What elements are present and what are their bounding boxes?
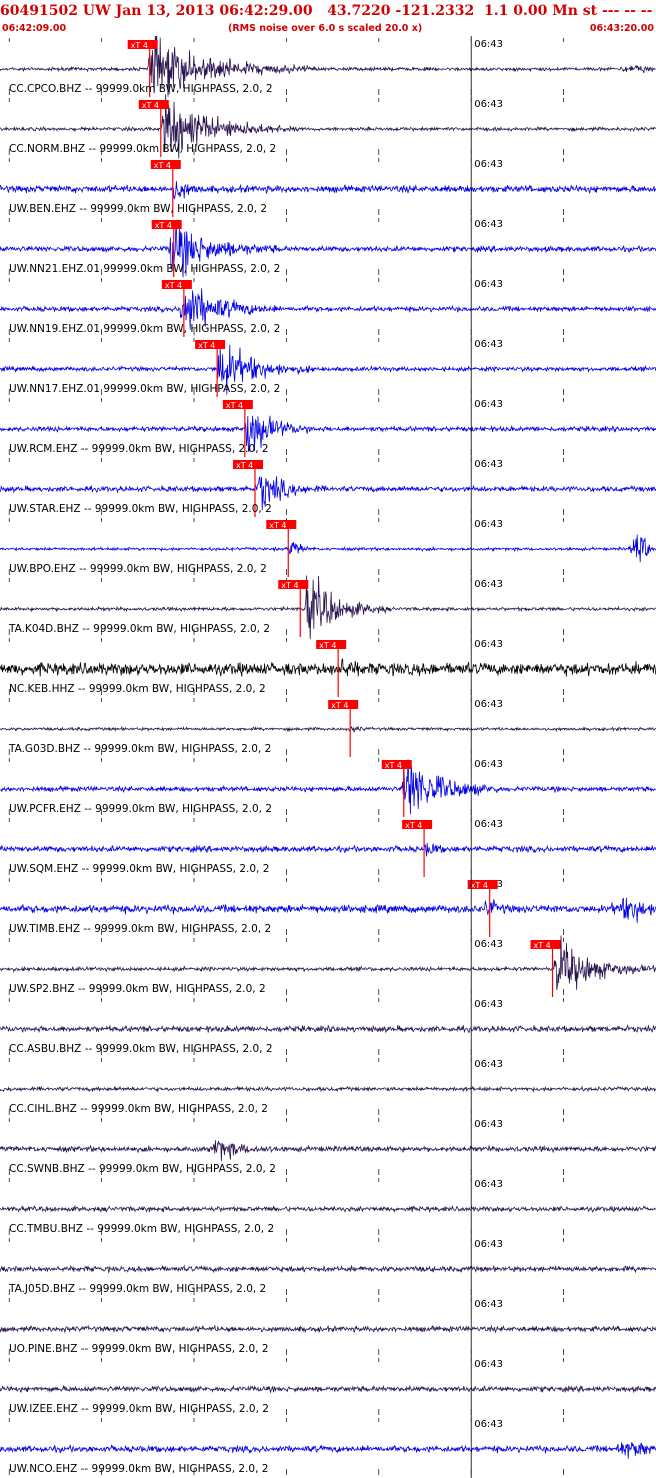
station-label: CC.CIHL.BHZ -- 99999.0km BW, HIGHPASS, 2… (9, 1103, 268, 1115)
station-label: UW.NCO.EHZ -- 99999.0km BW, HIGHPASS, 2.… (9, 1463, 268, 1475)
station-label: TA.K04D.BHZ -- 99999.0km BW, HIGHPASS, 2… (8, 623, 270, 635)
station-label: UO.PINE.BHZ -- 99999.0km BW, HIGHPASS, 2… (9, 1343, 269, 1355)
minute-mark-label: 06:43 (474, 339, 503, 350)
minute-mark-label: 06:43 (474, 639, 503, 650)
waveform-trace (0, 1264, 656, 1274)
station-label: TA.G03D.BHZ -- 99999.0km BW, HIGHPASS, 2… (8, 743, 271, 755)
station-label: TA.J05D.BHZ -- 99999.0km BW, HIGHPASS, 2… (8, 1283, 266, 1295)
phase-pick-label: xT 4 (281, 581, 298, 590)
waveform-trace (0, 1024, 656, 1034)
station-label: UW.SQM.EHZ -- 99999.0km BW, HIGHPASS, 2.… (9, 863, 269, 875)
minute-mark-label: 06:43 (474, 1359, 503, 1370)
phase-pick-label: xT 4 (269, 521, 286, 530)
phase-pick-label: xT 4 (142, 101, 159, 110)
minute-mark-label: 06:43 (474, 759, 503, 770)
station-label: UW.NN21.EHZ.01 99999.0km BW, HIGHPASS, 2… (9, 263, 280, 275)
station-label: CC.NORM.BHZ -- 99999.0km BW, HIGHPASS, 2… (9, 143, 276, 155)
phase-pick-label: xT 4 (154, 161, 171, 170)
rms-noise-note: (RMS noise over 6.0 s scaled 20.0 x) (228, 23, 423, 34)
station-label: UW.IZEE.EHZ -- 99999.0km BW, HIGHPASS, 2… (9, 1403, 269, 1415)
phase-pick-label: xT 4 (165, 281, 182, 290)
minute-mark-label: 06:43 (474, 699, 503, 710)
phase-pick-label: xT 4 (534, 941, 551, 950)
minute-mark-label: 06:43 (474, 1179, 503, 1190)
minute-mark-label: 06:43 (474, 939, 503, 950)
station-label: CC.SWNB.BHZ -- 99999.0km BW, HIGHPASS, 2… (9, 1163, 276, 1175)
waveform-trace (0, 1085, 656, 1093)
phase-pick-label: xT 4 (155, 221, 172, 230)
waveform-trace (0, 1442, 656, 1459)
phase-pick-label: xT 4 (405, 821, 422, 830)
waveform-trace (0, 725, 656, 733)
station-label: UW.BPO.EHZ -- 99999.0km BW, HIGHPASS, 2.… (9, 563, 267, 575)
phase-pick-label: xT 4 (385, 761, 402, 770)
minute-mark-label: 06:43 (474, 1119, 503, 1130)
waveform-trace (0, 1204, 656, 1214)
minute-mark-label: 06:43 (474, 1239, 503, 1250)
minute-mark-label: 06:43 (474, 459, 503, 470)
minute-mark-label: 06:43 (474, 159, 503, 170)
waveform-trace (0, 658, 656, 677)
end-time-label: 06:43:20.00 (589, 23, 654, 34)
phase-pick-label: xT 4 (131, 41, 148, 50)
phase-pick-label: xT 4 (236, 461, 253, 470)
waveform-trace (0, 1384, 656, 1394)
station-label: UW.STAR.EHZ -- 99999.0km BW, HIGHPASS, 2… (9, 503, 272, 515)
waveform-trace (0, 534, 656, 563)
seismogram-plot: 06:43 xT 4 CC.CPCO.BHZ -- 99999.0km BW, HI… (0, 36, 656, 1478)
minute-mark-label: 06:43 (474, 1419, 503, 1430)
minute-mark-label: 06:43 (474, 279, 503, 290)
station-label: UW.NN19.EHZ.01 99999.0km BW, HIGHPASS, 2… (9, 323, 280, 335)
phase-pick-label: xT 4 (331, 701, 348, 710)
phase-pick-label: xT 4 (471, 881, 488, 890)
waveform-trace (0, 897, 656, 924)
waveform-trace (0, 1140, 656, 1162)
minute-mark-label: 06:43 (474, 519, 503, 530)
minute-mark-label: 06:43 (474, 819, 503, 830)
waveform-trace (0, 181, 656, 200)
minute-mark-label: 06:43 (474, 39, 503, 50)
phase-pick-label: xT 4 (226, 401, 243, 410)
station-label: UW.BEN.EHZ -- 99999.0km BW, HIGHPASS, 2.… (9, 203, 267, 215)
minute-mark-label: 06:43 (474, 219, 503, 230)
minute-mark-label: 06:43 (474, 399, 503, 410)
phase-pick-label: xT 4 (319, 641, 336, 650)
station-label: NC.KEB.HHZ -- 99999.0km BW, HIGHPASS, 2.… (9, 683, 266, 695)
station-label: CC.TMBU.BHZ -- 99999.0km BW, HIGHPASS, 2… (9, 1223, 274, 1235)
station-label: UW.RCM.EHZ -- 99999.0km BW, HIGHPASS, 2.… (9, 443, 269, 455)
station-label: UW.SP2.BHZ -- 99999.0km BW, HIGHPASS, 2.… (9, 983, 266, 995)
event-header-title: 60491502 UW Jan 13, 2013 06:42:29.00 43.… (0, 3, 656, 19)
station-label: UW.NN17.EHZ.01 99999.0km BW, HIGHPASS, 2… (9, 383, 280, 395)
phase-pick-label: xT 4 (198, 341, 215, 350)
minute-mark-label: 06:43 (474, 1299, 503, 1310)
station-label: CC.ASBU.BHZ -- 99999.0km BW, HIGHPASS, 2… (9, 1043, 273, 1055)
waveform-trace (0, 842, 656, 857)
start-time-label: 06:42:09.00 (2, 23, 67, 34)
station-label: UW.TIMB.EHZ -- 99999.0km BW, HIGHPASS, 2… (9, 923, 271, 935)
station-label: CC.CPCO.BHZ -- 99999.0km BW, HIGHPASS, 2… (9, 83, 273, 95)
minute-mark-label: 06:43 (474, 579, 503, 590)
minute-mark-label: 06:43 (474, 1059, 503, 1070)
waveform-trace (0, 1324, 656, 1334)
station-label: UW.PCFR.EHZ -- 99999.0km BW, HIGHPASS, 2… (9, 803, 272, 815)
time-range-header: 06:42:09.00 (RMS noise over 6.0 s scaled… (0, 22, 656, 36)
minute-mark-label: 06:43 (474, 999, 503, 1010)
minute-mark-label: 06:43 (474, 99, 503, 110)
